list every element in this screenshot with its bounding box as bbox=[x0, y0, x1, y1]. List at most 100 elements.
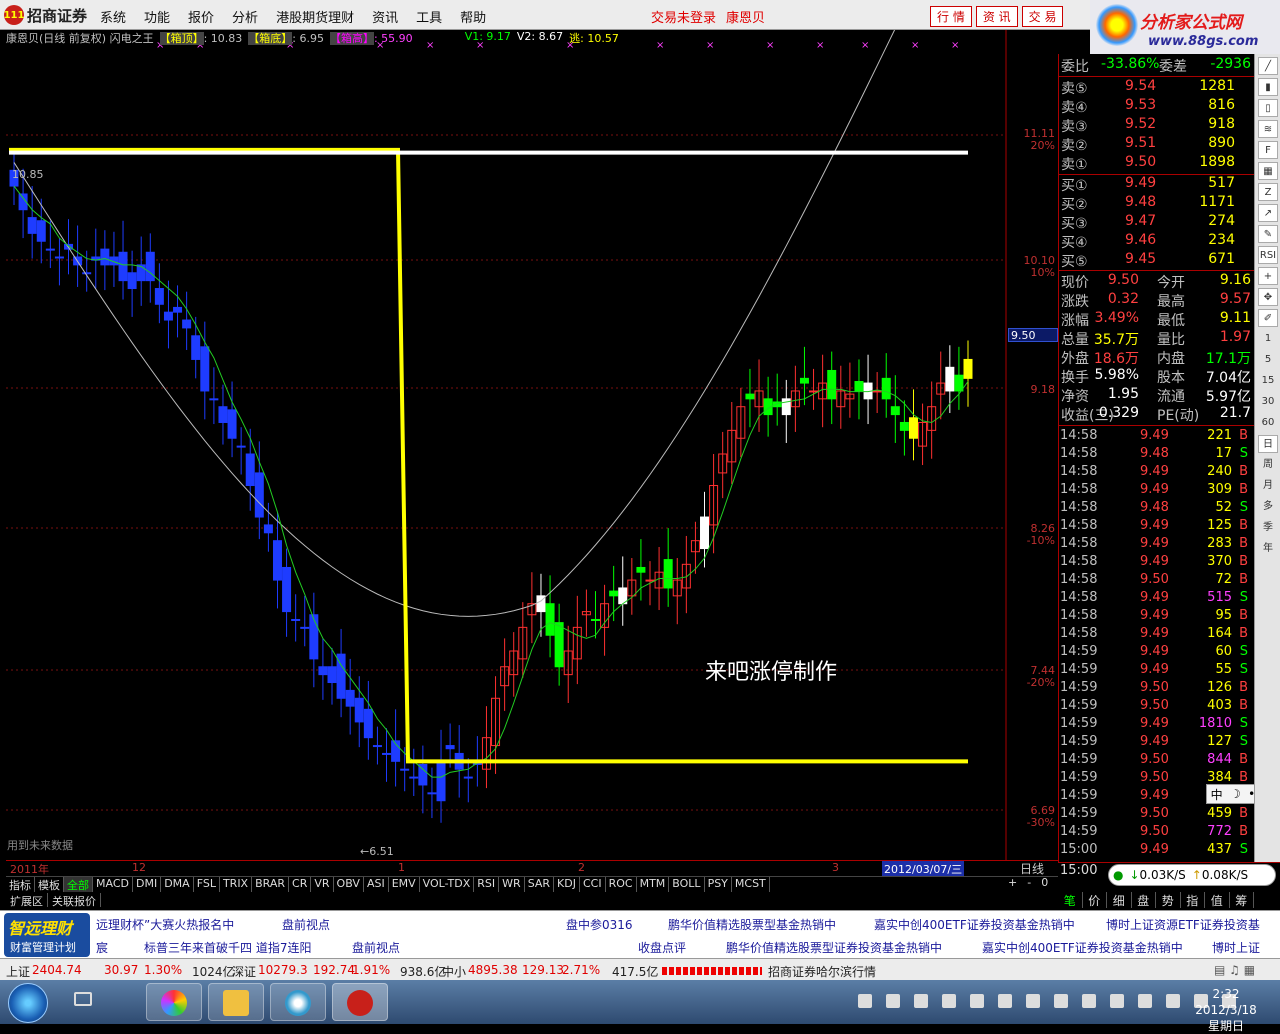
news-item[interactable]: 盘中参0316 bbox=[566, 916, 633, 933]
tab-emv[interactable]: EMV bbox=[389, 877, 420, 892]
sh-label[interactable]: 上证 bbox=[6, 963, 30, 980]
tab-brar[interactable]: BRAR bbox=[252, 877, 290, 892]
tab-roc[interactable]: ROC bbox=[606, 877, 637, 892]
tray-icon[interactable] bbox=[886, 994, 900, 1008]
period-60min[interactable]: 60 bbox=[1258, 414, 1278, 432]
menu-system[interactable]: 系统 bbox=[100, 7, 126, 26]
tab-related-quote[interactable]: 关联报价 bbox=[48, 893, 101, 908]
tray-icon[interactable] bbox=[1166, 994, 1180, 1008]
tab-obv[interactable]: OBV bbox=[334, 877, 364, 892]
broker-server[interactable]: 招商证券哈尔滨行情 bbox=[768, 963, 876, 980]
period-season[interactable]: 季 bbox=[1258, 519, 1278, 537]
tab-cr[interactable]: CR bbox=[289, 877, 312, 892]
tray-icon[interactable] bbox=[1082, 994, 1096, 1008]
draw-icon[interactable]: ✐ bbox=[1258, 309, 1278, 327]
tab-chips[interactable]: 筹 bbox=[1230, 892, 1254, 908]
compare-icon[interactable]: ≋ bbox=[1258, 120, 1278, 138]
tab-detail[interactable]: 细 bbox=[1107, 892, 1132, 908]
period-label[interactable]: 日线 bbox=[1020, 860, 1044, 877]
tray-icon[interactable] bbox=[942, 994, 956, 1008]
taskbar-app-explorer[interactable] bbox=[208, 983, 264, 1021]
period-1min[interactable]: 1 bbox=[1258, 330, 1278, 348]
moon-icon[interactable]: ☽ bbox=[1230, 787, 1241, 801]
period-day[interactable]: 日 bbox=[1258, 435, 1278, 453]
tab-price[interactable]: 价 bbox=[1083, 892, 1107, 908]
zx-label[interactable]: 中小 bbox=[442, 963, 466, 980]
show-desktop-icon[interactable] bbox=[74, 992, 92, 1006]
trade-button[interactable]: 交 易 bbox=[1021, 6, 1064, 27]
tab-macd[interactable]: MACD bbox=[93, 877, 133, 892]
menu-hk-futures[interactable]: 港股期货理财 bbox=[276, 7, 354, 26]
news-item[interactable]: 嘉实中创400ETF证券投资基金热销中 bbox=[982, 939, 1183, 956]
tab-dma[interactable]: DMA bbox=[161, 877, 194, 892]
menu-analysis[interactable]: 分析 bbox=[232, 7, 258, 26]
candle-icon[interactable]: ▯ bbox=[1258, 99, 1278, 117]
status-icons[interactable]: ▤ ♫ ▦ bbox=[1214, 963, 1255, 977]
tab-extension[interactable]: 扩展区 bbox=[6, 893, 48, 908]
tab-mcst[interactable]: MCST bbox=[732, 877, 770, 892]
tab-trades[interactable]: 笔 bbox=[1058, 892, 1083, 908]
tab-template[interactable]: 模板 bbox=[35, 877, 64, 892]
grid-icon[interactable]: ▦ bbox=[1258, 162, 1278, 180]
tab-mtm[interactable]: MTM bbox=[637, 877, 670, 892]
news-item[interactable]: 盘前视点 bbox=[352, 939, 400, 956]
start-button[interactable] bbox=[8, 983, 48, 1023]
news-item[interactable]: 盘前视点 bbox=[282, 916, 330, 933]
fiz-icon[interactable]: Z bbox=[1258, 183, 1278, 201]
tab-dmi[interactable]: DMI bbox=[133, 877, 162, 892]
pen-icon[interactable]: ✎ bbox=[1258, 225, 1278, 243]
menu-function[interactable]: 功能 bbox=[144, 7, 170, 26]
menu-quote[interactable]: 报价 bbox=[188, 7, 214, 26]
news-item[interactable]: 收盘点评 bbox=[638, 939, 686, 956]
tray-icon[interactable] bbox=[970, 994, 984, 1008]
tab-wr[interactable]: WR bbox=[499, 877, 525, 892]
tray-icon[interactable] bbox=[998, 994, 1012, 1008]
tab-index[interactable]: 指 bbox=[1181, 892, 1205, 908]
news-item[interactable]: 博时上证资源ETF证券投资基 bbox=[1106, 916, 1260, 933]
news-item[interactable]: 鹏华价值精选股票型基金热销中 bbox=[668, 916, 836, 933]
menu-help[interactable]: 帮助 bbox=[460, 7, 486, 26]
kline-chart[interactable]: × × × × × × × × × × × × × × bbox=[6, 30, 1058, 860]
news-item[interactable]: 嘉实中创400ETF证券投资基金热销中 bbox=[874, 916, 1075, 933]
tab-boll[interactable]: BOLL bbox=[669, 877, 705, 892]
zoom-in-icon[interactable]: + bbox=[1258, 267, 1278, 285]
tray-icon[interactable] bbox=[1138, 994, 1152, 1008]
tab-book[interactable]: 盘 bbox=[1132, 892, 1156, 908]
line-chart-icon[interactable]: ╱ bbox=[1258, 57, 1278, 75]
taskbar-app-paint[interactable] bbox=[270, 983, 326, 1021]
bar-chart-icon[interactable]: ▮ bbox=[1258, 78, 1278, 96]
news-item[interactable]: 博时上证 bbox=[1212, 939, 1260, 956]
menu-info[interactable]: 资讯 bbox=[372, 7, 398, 26]
wealth-plan-logo[interactable]: 智远理财 财富管理计划 bbox=[4, 913, 90, 957]
news-item[interactable]: 宸 bbox=[96, 939, 108, 956]
rsi-indicator-icon[interactable]: RSI bbox=[1258, 246, 1278, 264]
system-clock[interactable]: 2:32 2012/3/18 星期日 bbox=[1188, 986, 1264, 1034]
quote-button[interactable]: 行 情 bbox=[930, 6, 972, 27]
tab-trend[interactable]: 势 bbox=[1156, 892, 1181, 908]
ime-mode-label[interactable]: 中 bbox=[1211, 786, 1223, 803]
tab-indicator[interactable]: 指标 bbox=[6, 877, 35, 892]
zoom-reset-button[interactable]: 0 bbox=[1041, 876, 1048, 889]
news-button[interactable]: 资 讯 bbox=[975, 6, 1018, 27]
f10-icon[interactable]: F bbox=[1258, 141, 1278, 159]
period-year[interactable]: 年 bbox=[1258, 540, 1278, 558]
move-icon[interactable]: ✥ bbox=[1258, 288, 1278, 306]
trade-login-status[interactable]: 交易未登录 bbox=[651, 7, 716, 26]
tab-trix[interactable]: TRIX bbox=[220, 877, 253, 892]
tray-icon[interactable] bbox=[914, 994, 928, 1008]
period-week[interactable]: 周 bbox=[1258, 456, 1278, 474]
tray-icon[interactable] bbox=[1026, 994, 1040, 1008]
tab-value[interactable]: 值 bbox=[1205, 892, 1230, 908]
period-15min[interactable]: 15 bbox=[1258, 372, 1278, 390]
tray-icon[interactable] bbox=[858, 994, 872, 1008]
period-month[interactable]: 月 bbox=[1258, 477, 1278, 495]
tab-asi[interactable]: ASI bbox=[364, 877, 389, 892]
tray-icon[interactable] bbox=[1054, 994, 1068, 1008]
zoom-in-button[interactable]: + bbox=[1008, 876, 1017, 889]
trend-icon[interactable]: ↗ bbox=[1258, 204, 1278, 222]
tab-vr[interactable]: VR bbox=[311, 877, 334, 892]
tab-kdj[interactable]: KDJ bbox=[554, 877, 580, 892]
period-multi[interactable]: 多 bbox=[1258, 498, 1278, 516]
taskbar-app-picasa[interactable] bbox=[146, 983, 202, 1021]
news-item[interactable]: 鹏华价值精选股票型证券投资基金热销中 bbox=[726, 939, 942, 956]
